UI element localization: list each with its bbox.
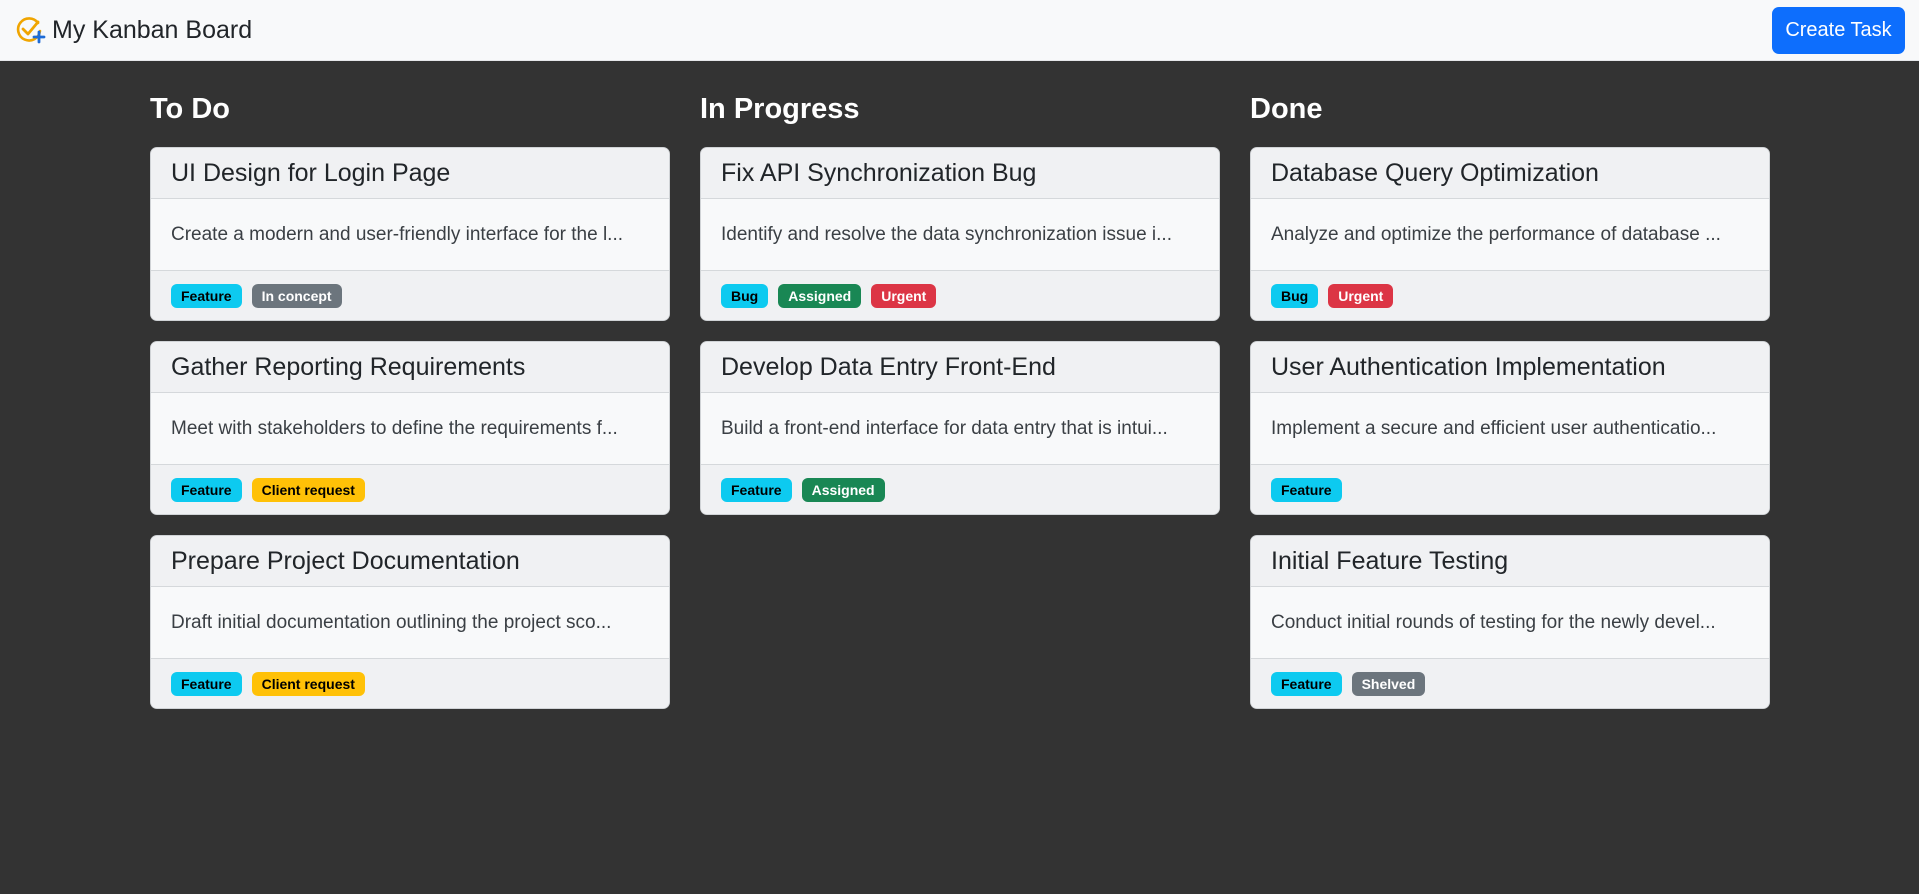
task-card[interactable]: Develop Data Entry Front-End Build a fro… [700, 341, 1220, 515]
card-description: Implement a secure and efficient user au… [1271, 417, 1717, 439]
column-in-progress: In Progress Fix API Synchronization Bug … [700, 61, 1220, 729]
card-badges: Feature Client request [151, 464, 669, 514]
brand[interactable]: My Kanban Board [16, 15, 252, 45]
badge-feature: Feature [1271, 477, 1342, 502]
task-card[interactable]: Fix API Synchronization Bug Identify and… [700, 147, 1220, 321]
card-description: Create a modern and user-friendly interf… [171, 223, 624, 245]
card-badges: Bug Assigned Urgent [701, 270, 1219, 320]
column-done: Done Database Query Optimization Analyze… [1250, 61, 1770, 729]
card-description: Analyze and optimize the performance of … [1271, 223, 1721, 245]
column-title: In Progress [700, 93, 860, 125]
card-badges: Feature Shelved [1251, 658, 1769, 708]
check-plus-icon [16, 15, 46, 45]
card-title: Prepare Project Documentation [151, 536, 669, 587]
badge-shelved: Shelved [1351, 671, 1426, 696]
card-badges: Feature In concept [151, 270, 669, 320]
card-description: Draft initial documentation outlining th… [171, 611, 612, 633]
badge-client-request: Client request [251, 671, 365, 696]
column-todo: To Do UI Design for Login Page Create a … [150, 61, 670, 729]
task-card[interactable]: Prepare Project Documentation Draft init… [150, 535, 670, 709]
task-card[interactable]: Database Query Optimization Analyze and … [1250, 147, 1770, 321]
task-card[interactable]: Gather Reporting Requirements Meet with … [150, 341, 670, 515]
card-description: Identify and resolve the data synchroniz… [721, 223, 1172, 245]
badge-assigned: Assigned [801, 477, 885, 502]
card-badges: Feature [1251, 464, 1769, 514]
card-badges: Bug Urgent [1251, 270, 1769, 320]
badge-assigned: Assigned [778, 283, 862, 308]
card-title: Database Query Optimization [1251, 148, 1769, 199]
badge-feature: Feature [1271, 671, 1342, 696]
card-badges: Feature Assigned [701, 464, 1219, 514]
badge-feature: Feature [721, 477, 792, 502]
badge-urgent: Urgent [1328, 283, 1394, 308]
app-title: My Kanban Board [52, 15, 253, 44]
badge-client-request: Client request [251, 477, 365, 502]
badge-in-concept: In concept [251, 283, 342, 308]
column-title: Done [1250, 93, 1323, 125]
badge-bug: Bug [721, 283, 769, 308]
task-card[interactable]: User Authentication Implementation Imple… [1250, 341, 1770, 515]
badge-feature: Feature [171, 477, 242, 502]
card-description: Meet with stakeholders to define the req… [171, 417, 618, 439]
task-card[interactable]: Initial Feature Testing Conduct initial … [1250, 535, 1770, 709]
badge-feature: Feature [171, 671, 242, 696]
badge-bug: Bug [1271, 283, 1319, 308]
navbar: My Kanban Board Create Task [0, 0, 1919, 61]
card-title: Gather Reporting Requirements [151, 342, 669, 393]
card-title: Initial Feature Testing [1251, 536, 1769, 587]
card-description: Build a front-end interface for data ent… [721, 417, 1168, 439]
column-title: To Do [150, 93, 230, 125]
card-description: Conduct initial rounds of testing for th… [1271, 611, 1716, 633]
create-task-button[interactable]: Create Task [1772, 6, 1905, 54]
card-title: Develop Data Entry Front-End [701, 342, 1219, 393]
card-title: User Authentication Implementation [1251, 342, 1769, 393]
card-badges: Feature Client request [151, 658, 669, 708]
badge-urgent: Urgent [871, 283, 937, 308]
card-title: UI Design for Login Page [151, 148, 669, 199]
task-card[interactable]: UI Design for Login Page Create a modern… [150, 147, 670, 321]
card-title: Fix API Synchronization Bug [701, 148, 1219, 199]
badge-feature: Feature [171, 283, 242, 308]
kanban-board: To Do UI Design for Login Page Create a … [150, 61, 1770, 729]
